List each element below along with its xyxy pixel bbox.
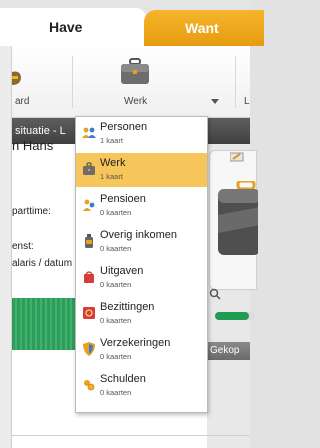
chevron-down-icon[interactable] [211, 99, 219, 104]
category-toolbar: ard Werk L [12, 46, 250, 118]
work-card[interactable] [209, 150, 258, 290]
dropdown-item-label: Werk [100, 157, 126, 169]
dropdown-item-label: Uitgaven [100, 265, 144, 277]
briefcase-icon [121, 58, 149, 84]
dropdown-item-count: 1 kaart [100, 172, 123, 181]
dropdown-item-count: 0 kaarten [100, 352, 132, 361]
dropdown-item-overig-inkomen[interactable]: Overig inkomen 0 kaarten [76, 225, 207, 259]
moneybag-icon [12, 71, 21, 85]
salaris-label: alaris / datum [12, 258, 73, 269]
dropdown-item-label: Personen [100, 121, 148, 133]
dropdown-item-label: Schulden [100, 373, 146, 385]
tab-want[interactable]: Want [144, 10, 264, 46]
dropdown-item-pensioen[interactable]: Pensioen 0 kaarten [76, 189, 207, 223]
safe-icon [83, 307, 95, 319]
dropdown-item-label: Verzekeringen [100, 337, 171, 349]
toolbar-item-label: ard [15, 96, 30, 107]
dropdown-item-schulden[interactable]: Schulden 0 kaarten [76, 369, 207, 403]
parttime-label: parttime: [12, 206, 51, 217]
dropdown-item-label: Pensioen [100, 193, 146, 205]
tab-bar: Have Want [0, 0, 264, 46]
pension-icon [83, 199, 95, 211]
toolbar-item-label: Werk [124, 96, 148, 107]
section-header-text: situatie - L [15, 125, 66, 137]
dropdown-item-werk[interactable]: Werk 1 kaart [76, 153, 207, 187]
dropdown-item-count: 0 kaarten [100, 388, 132, 397]
dropdown-item-count: 1 kaart [100, 136, 123, 145]
salary-chart-bar [12, 298, 77, 350]
dropdown-item-count: 0 kaarten [100, 280, 132, 289]
shield-icon [83, 342, 95, 356]
category-dropdown[interactable]: Personen 1 kaart Werk 1 kaart Pensioen 0… [75, 116, 208, 413]
right-panel: Gekop [207, 144, 258, 448]
divider [12, 435, 250, 436]
dropdown-item-count: 0 kaarten [100, 208, 132, 217]
search-icon[interactable] [209, 288, 221, 300]
bought-label: Gekop [210, 345, 240, 356]
people-icon [82, 127, 96, 138]
dropdown-item-uitgaven[interactable]: Uitgaven 0 kaarten [76, 261, 207, 295]
dropdown-item-label: Overig inkomen [100, 229, 178, 241]
toolbar-item-werk[interactable]: Werk [110, 46, 170, 118]
dropdown-item-count: 0 kaarten [100, 316, 132, 325]
dropdown-item-personen[interactable]: Personen 1 kaart [76, 117, 207, 151]
dropdown-item-count: 0 kaarten [100, 244, 132, 253]
toolbar-divider [72, 56, 73, 108]
edit-icon[interactable] [230, 152, 244, 162]
dropdown-item-bezittingen[interactable]: Bezittingen 0 kaarten [76, 297, 207, 331]
dropdown-item-label: Bezittingen [100, 301, 155, 313]
toolbar-divider [235, 56, 236, 108]
left-gutter [0, 46, 12, 448]
toolbar-item-ard[interactable]: ard [12, 46, 70, 118]
toolbar-item-label: L [244, 96, 250, 107]
dropdown-item-verzekeringen[interactable]: Verzekeringen 0 kaarten [76, 333, 207, 367]
progress-fill [215, 312, 249, 320]
bought-button[interactable]: Gekop [207, 342, 250, 360]
debt-icon [84, 380, 95, 391]
tab-have[interactable]: Have [0, 8, 146, 46]
progress-bar [215, 312, 255, 320]
toolbar-item-next[interactable]: L [240, 46, 250, 118]
bottle-icon [85, 234, 93, 248]
dienst-label: enst: [12, 241, 34, 252]
briefcase-icon [218, 181, 258, 255]
person-name: n Hans [12, 138, 54, 153]
briefcase-icon [83, 162, 95, 175]
shopping-bag-icon [84, 271, 94, 283]
